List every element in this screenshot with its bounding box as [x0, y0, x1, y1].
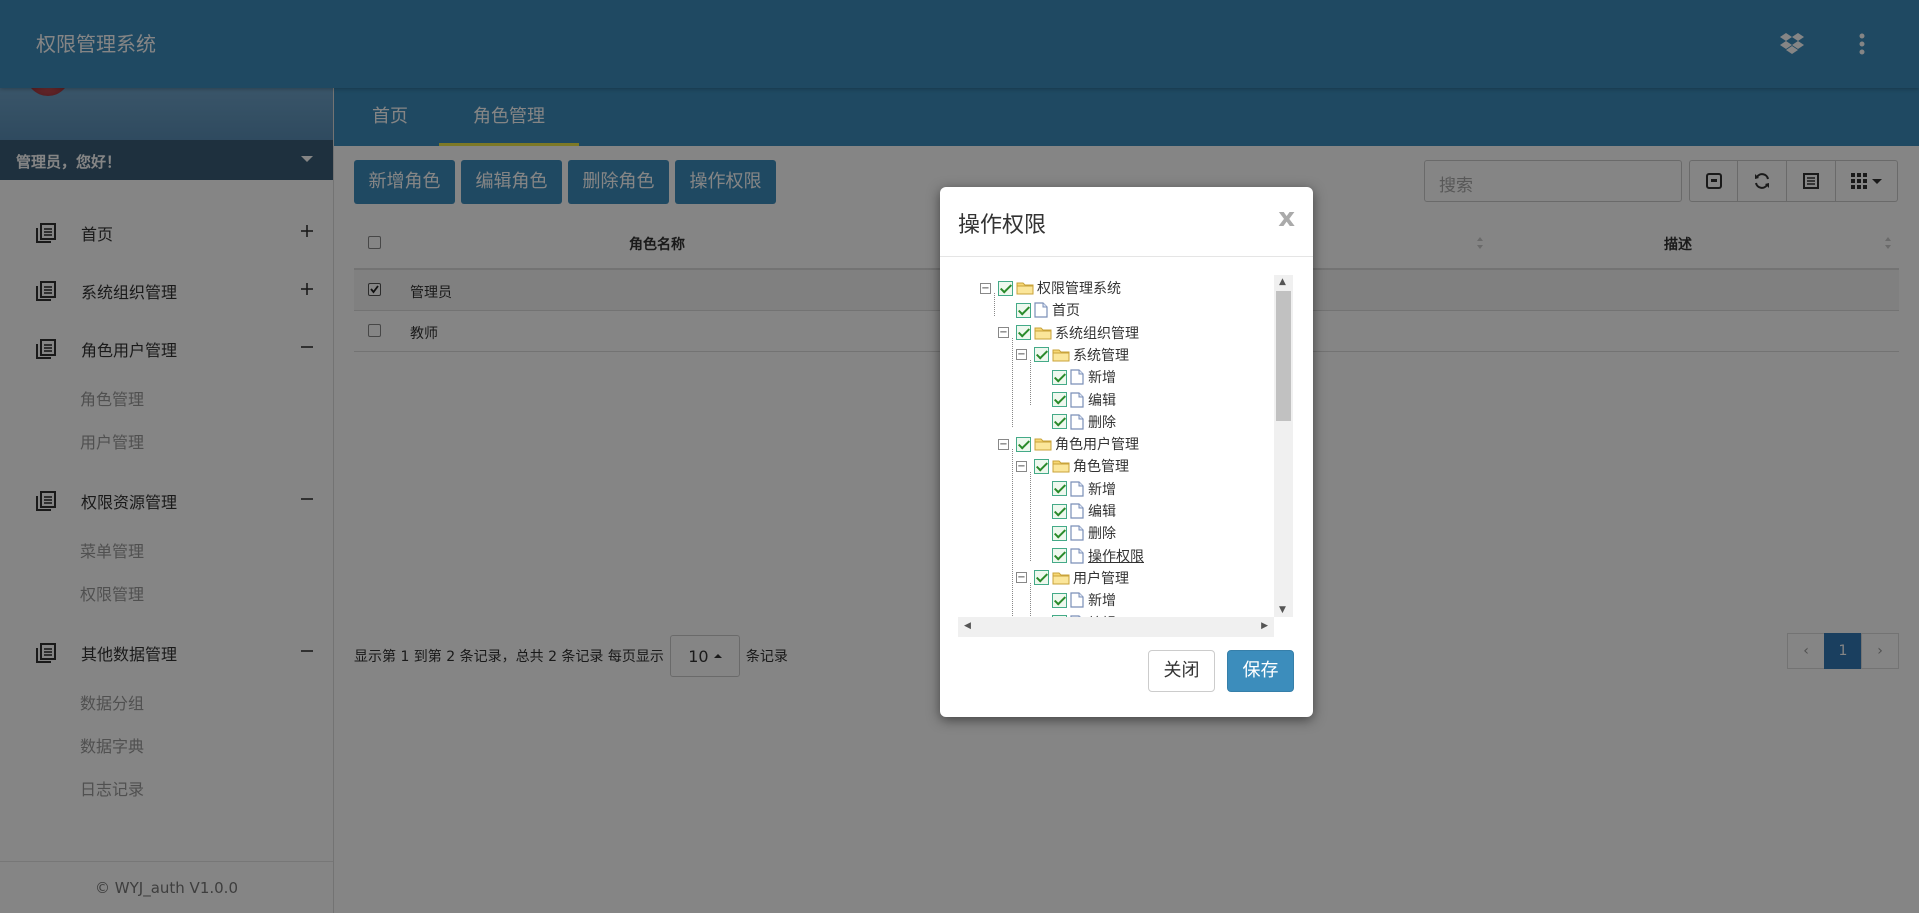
tree-node[interactable]: − 角色管理 — [1016, 455, 1129, 477]
tree-collapse-switch-icon[interactable]: − — [1016, 572, 1027, 584]
file-icon — [1070, 369, 1084, 385]
tree-collapse-switch-icon[interactable]: − — [998, 327, 1009, 339]
tree-checkbox[interactable] — [1052, 548, 1067, 564]
tree-checkbox[interactable] — [1052, 392, 1067, 407]
folder-icon — [1052, 571, 1070, 585]
modal-close-x-button[interactable]: x — [1278, 203, 1295, 233]
tree-collapse-switch-icon[interactable]: − — [998, 438, 1009, 450]
tree-node-label[interactable]: 角色用户管理 — [1055, 434, 1139, 454]
permission-tree: − 权限管理系统 首页 − 系统组织管理 − 系统管理 新增 编辑 删除 − 角色用户管理 − 角色管理新… — [958, 275, 1274, 617]
tree-checkbox[interactable] — [1034, 347, 1049, 363]
file-icon — [1070, 414, 1084, 430]
tree-node-label[interactable]: 删除 — [1088, 412, 1116, 432]
tree-node-label[interactable]: 编辑 — [1088, 501, 1116, 521]
tree-checkbox[interactable] — [1016, 436, 1031, 452]
tree-node[interactable]: − 用户管理 — [1016, 567, 1129, 589]
file-icon — [1070, 592, 1084, 608]
tree-node-label[interactable]: 首页 — [1052, 300, 1080, 320]
tree-node[interactable]: 编辑 — [1052, 389, 1116, 411]
tree-node[interactable]: 新增 — [1052, 589, 1116, 611]
file-icon — [1070, 503, 1084, 519]
file-icon — [1034, 302, 1048, 318]
scroll-right-arrow-icon[interactable]: ▶ — [1261, 621, 1268, 631]
tree-collapse-switch-icon[interactable]: − — [980, 282, 991, 294]
tree-node[interactable]: 编辑 — [1052, 500, 1116, 522]
tree-node[interactable]: 操作权限 — [1052, 545, 1144, 567]
save-button[interactable]: 保存 — [1227, 650, 1294, 692]
tree-collapse-switch-icon[interactable]: − — [1016, 460, 1027, 472]
folder-icon — [1016, 281, 1034, 295]
tree-connector-line — [1030, 471, 1031, 561]
scroll-up-arrow-icon[interactable]: ▲ — [1279, 277, 1286, 287]
file-icon — [1070, 481, 1084, 497]
tree-node[interactable]: 新增 — [1052, 478, 1116, 500]
tree-node-label[interactable]: 系统组织管理 — [1055, 323, 1139, 343]
tree-checkbox[interactable] — [1016, 302, 1031, 318]
tree-checkbox[interactable] — [1052, 369, 1067, 385]
modal-header: 操作权限 x — [940, 187, 1313, 257]
tree-checkbox[interactable] — [1016, 325, 1031, 341]
tree-connector-line — [1030, 360, 1031, 405]
tree-horizontal-scrollbar[interactable]: ◀ ▶ — [958, 617, 1274, 637]
tree-node[interactable]: 删除 — [1052, 411, 1116, 433]
scroll-left-arrow-icon[interactable]: ◀ — [964, 621, 971, 631]
tree-checkbox[interactable] — [998, 280, 1013, 296]
tree-collapse-switch-icon[interactable]: − — [1016, 349, 1027, 361]
scroll-down-arrow-icon[interactable]: ▼ — [1279, 605, 1286, 615]
scrollbar-thumb[interactable] — [1276, 291, 1291, 421]
file-icon — [1070, 547, 1084, 564]
tree-checkbox[interactable] — [1052, 481, 1067, 497]
tree-node-label[interactable]: 角色管理 — [1073, 456, 1129, 476]
tree-node-label[interactable]: 系统管理 — [1073, 345, 1129, 365]
tree-node-label[interactable]: 操作权限 — [1088, 546, 1144, 566]
tree-node-label[interactable]: 权限管理系统 — [1037, 278, 1121, 298]
tree-node[interactable]: 删除 — [1052, 522, 1116, 544]
tree-connector-line — [1012, 449, 1013, 617]
tree-checkbox[interactable] — [1034, 458, 1049, 474]
file-icon — [1070, 525, 1084, 541]
tree-node[interactable]: 首页 — [1016, 299, 1080, 321]
tree-node-label[interactable]: 新增 — [1088, 590, 1116, 610]
tree-connector-line — [1012, 337, 1013, 428]
tree-node-label[interactable]: 用户管理 — [1073, 568, 1129, 588]
folder-icon — [1052, 459, 1070, 473]
tree-node[interactable]: − 角色用户管理 — [998, 433, 1139, 455]
tree-node[interactable]: − 系统管理 — [1016, 344, 1129, 366]
tree-checkbox[interactable] — [1052, 503, 1067, 519]
folder-icon — [1052, 348, 1070, 362]
tree-checkbox[interactable] — [1034, 570, 1049, 586]
tree-checkbox[interactable] — [1052, 525, 1067, 541]
tree-node[interactable]: 新增 — [1052, 366, 1116, 388]
file-icon — [1070, 391, 1084, 408]
tree-node-label[interactable]: 删除 — [1088, 523, 1116, 543]
tree-node-label[interactable]: 新增 — [1088, 367, 1116, 387]
tree-node[interactable]: − 系统组织管理 — [998, 322, 1139, 344]
close-button[interactable]: 关闭 — [1148, 650, 1215, 692]
tree-checkbox[interactable] — [1052, 414, 1067, 430]
tree-checkbox[interactable] — [1052, 592, 1067, 608]
tree-node-label[interactable]: 新增 — [1088, 479, 1116, 499]
permission-tree-container: − 权限管理系统 首页 − 系统组织管理 − 系统管理 新增 编辑 删除 − 角色用户管理 − 角色管理新… — [958, 275, 1293, 637]
folder-icon — [1034, 326, 1052, 340]
tree-node[interactable]: − 权限管理系统 — [980, 277, 1121, 299]
folder-icon — [1034, 437, 1052, 451]
tree-node-label[interactable]: 编辑 — [1088, 390, 1116, 410]
tree-vertical-scrollbar[interactable]: ▲ ▼ — [1274, 275, 1293, 617]
modal-title: 操作权限 — [958, 213, 1047, 238]
permission-modal: 操作权限 x − 权限管理系统 首页 − 系统组织管理 − 系统管理 新增 编辑 删除 − 角色用户管… — [940, 187, 1313, 717]
